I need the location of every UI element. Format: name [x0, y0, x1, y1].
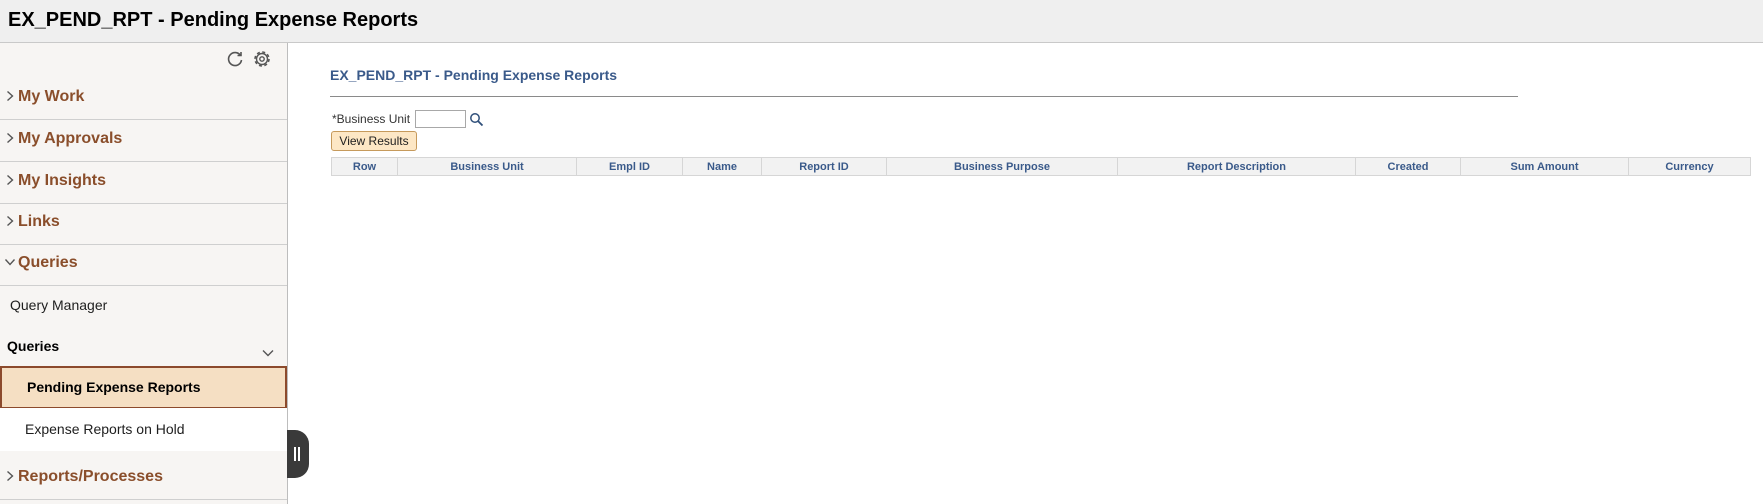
search-icon[interactable] [469, 112, 484, 127]
window-title: EX_PEND_RPT - Pending Expense Reports [8, 9, 419, 31]
sidebar-section-queries[interactable]: Queries [0, 244, 287, 286]
sidebar-item-label: Pending Expense Reports [27, 379, 201, 395]
page-title: EX_PEND_RPT - Pending Expense Reports [330, 67, 618, 83]
main-content: EX_PEND_RPT - Pending Expense Reports *B… [289, 43, 1763, 504]
column-header-business-purpose: Business Purpose [886, 157, 1118, 176]
gear-icon[interactable] [251, 48, 273, 70]
results-header-row: Row Business Unit Empl ID Name Report ID… [331, 157, 1751, 176]
chevron-right-icon [7, 174, 14, 186]
chevron-right-icon [7, 215, 14, 227]
chevron-down-icon [4, 259, 16, 266]
sidebar-tools [225, 47, 273, 71]
sidebar-section-my-work[interactable]: My Work [0, 78, 287, 120]
chevron-down-icon[interactable] [261, 347, 275, 359]
chevron-right-icon [7, 132, 14, 144]
sidebar-item-label: Expense Reports on Hold [25, 421, 185, 437]
sidebar: My Work My Approvals My Insights Links Q… [0, 43, 288, 504]
column-header-row: Row [331, 157, 398, 176]
title-bar: EX_PEND_RPT - Pending Expense Reports [0, 0, 1763, 43]
sidebar-section-my-insights[interactable]: My Insights [0, 162, 287, 204]
column-header-business-unit: Business Unit [397, 157, 577, 176]
column-header-report-description: Report Description [1117, 157, 1356, 176]
column-header-currency: Currency [1628, 157, 1751, 176]
column-header-report-id: Report ID [761, 157, 887, 176]
chevron-right-icon [7, 470, 14, 482]
queries-group-heading: Queries [7, 338, 60, 354]
column-header-created: Created [1355, 157, 1461, 176]
sidebar-item-expense-reports-on-hold[interactable]: Expense Reports on Hold [0, 408, 287, 451]
column-header-empl-id: Empl ID [576, 157, 683, 176]
sidebar-section-label: Queries [18, 254, 78, 271]
query-manager-link[interactable]: Query Manager [10, 297, 107, 313]
column-header-name: Name [682, 157, 762, 176]
sidebar-section-label: My Work [18, 88, 85, 105]
business-unit-label: *Business Unit [332, 112, 411, 126]
sidebar-section-reports-processes[interactable]: Reports/Processes [0, 458, 287, 500]
sidebar-section-links[interactable]: Links [0, 203, 287, 245]
sidebar-section-label: Reports/Processes [18, 468, 163, 485]
column-header-sum-amount: Sum Amount [1460, 157, 1629, 176]
sidebar-section-label: Links [18, 213, 60, 230]
view-results-button[interactable]: View Results [331, 131, 417, 151]
chevron-right-icon [7, 90, 14, 102]
results-grid: Row Business Unit Empl ID Name Report ID… [331, 157, 1751, 176]
title-divider [330, 96, 1518, 97]
sidebar-section-label: My Approvals [18, 130, 123, 147]
sidebar-section-my-approvals[interactable]: My Approvals [0, 120, 287, 162]
sidebar-item-pending-expense-reports[interactable]: Pending Expense Reports [0, 366, 287, 409]
business-unit-input[interactable] [415, 110, 466, 128]
refresh-icon[interactable] [225, 49, 245, 69]
sidebar-section-label: My Insights [18, 172, 107, 189]
